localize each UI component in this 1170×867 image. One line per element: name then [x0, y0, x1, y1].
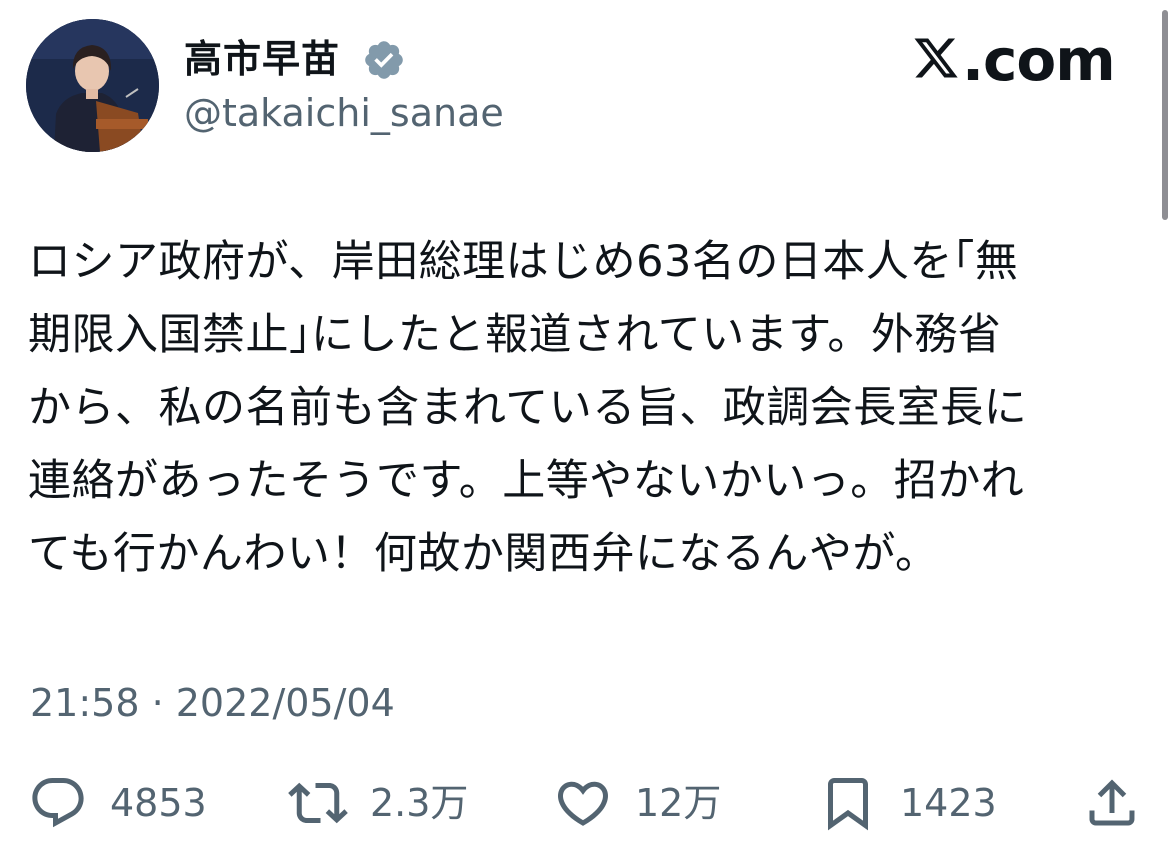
- reply-button[interactable]: 4853: [28, 770, 207, 836]
- action-bar: 4853 2.3万 12万 1423: [0, 770, 1170, 840]
- like-count: 12万: [635, 781, 722, 825]
- like-button[interactable]: 12万: [553, 770, 721, 836]
- reply-count: 4853: [110, 781, 207, 825]
- user-handle[interactable]: @takaichi_sanae: [184, 90, 504, 136]
- brand-domain: .com: [962, 26, 1116, 94]
- share-icon: [1089, 779, 1135, 826]
- retweet-count: 2.3万: [370, 781, 469, 825]
- bookmark-icon: [828, 778, 868, 831]
- heart-icon: [557, 781, 609, 826]
- x-logo-icon: [914, 38, 958, 78]
- retweet-button[interactable]: 2.3万: [288, 770, 468, 836]
- share-button[interactable]: [1082, 770, 1142, 836]
- tweet-timestamp[interactable]: 21:58 · 2022/05/04: [30, 680, 395, 726]
- display-name[interactable]: 高市早苗: [184, 36, 340, 82]
- scrollbar[interactable]: [1162, 10, 1168, 220]
- reply-icon: [32, 778, 84, 828]
- tweet-text: ロシア政府が、岸田総理はじめ63名の日本人を｢無 期限入国禁止｣にしたと報道され…: [28, 237, 1028, 579]
- brand-watermark: .com: [912, 30, 1116, 90]
- bookmark-count: 1423: [900, 781, 997, 825]
- retweet-icon: [288, 782, 348, 824]
- tweet-screenshot: 高市早苗 @takaichi_sanae .com ロシア政府が、岸田総理はじめ…: [0, 0, 1170, 867]
- avatar[interactable]: [26, 19, 159, 152]
- avatar-photo: [26, 19, 159, 152]
- bookmark-button[interactable]: 1423: [818, 770, 997, 836]
- verified-badge-icon: [365, 41, 403, 79]
